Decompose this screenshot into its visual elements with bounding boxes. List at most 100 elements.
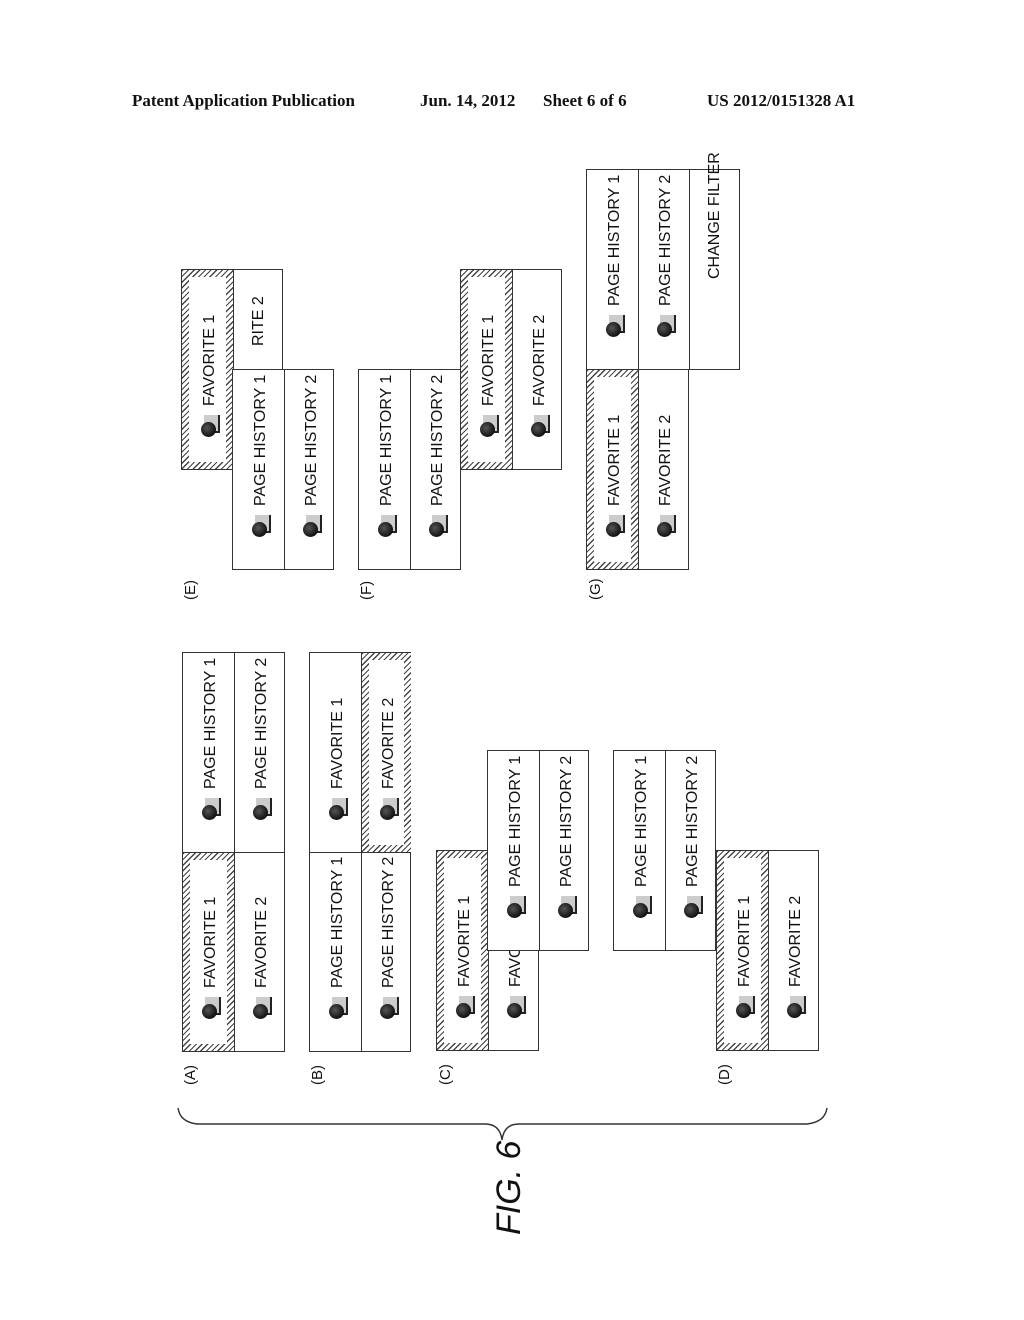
menu-item-page-history-2[interactable]: PAGE HISTORY 2: [638, 170, 689, 369]
panel-label-a: (A): [182, 1065, 199, 1085]
figure-title: FIG. 6: [490, 1140, 528, 1235]
page-icon: [427, 515, 449, 537]
page-icon: [378, 997, 400, 1019]
page-icon: [454, 996, 476, 1018]
item-label: PAGE HISTORY 2: [657, 174, 674, 306]
menu-item-favorite-1[interactable]: FAVORITE 1: [717, 851, 768, 1050]
page-icon: [376, 515, 398, 537]
menu-item-favorite-1[interactable]: FAVORITE 1: [183, 853, 234, 1051]
page-icon: [682, 896, 704, 918]
page-icon: [631, 896, 653, 918]
menu-item-favorite-2[interactable]: FAVORITE 2: [768, 851, 819, 1050]
page-icon: [505, 896, 527, 918]
item-label: FAVORITE 2: [253, 896, 270, 988]
item-label: FAVORITE 1: [200, 314, 218, 406]
panel-label-b: (B): [309, 1065, 326, 1085]
menu-item-page-history-2[interactable]: PAGE HISTORY 2: [539, 751, 589, 950]
page-history-menu: PAGE HISTORY 1 PAGE HISTORY 2: [613, 750, 716, 951]
page-icon: [378, 798, 400, 820]
page-icon: [655, 515, 677, 537]
menu-item-favorite-2[interactable]: FAVORITE 2: [512, 270, 562, 469]
item-label: CHANGE FILTER: [706, 151, 723, 279]
menu-item-favorite-2[interactable]: FAVORITE 2: [361, 653, 411, 852]
item-label: FAVORITE 1: [201, 896, 219, 988]
page-icon: [604, 515, 626, 537]
page-icon: [505, 996, 527, 1018]
page-history-menu: PAGE HISTORY 1 PAGE HISTORY 2: [358, 369, 461, 570]
favorites-menu: FAVORITE 1 FAVORITE 2: [716, 850, 819, 1051]
page-history-menu: PAGE HISTORY 1 PAGE HISTORY 2: [232, 369, 334, 570]
favorites-menu: FAVORITE 1 FAVORITE 2: [586, 369, 689, 570]
item-label: FAVORITE 2: [530, 314, 548, 406]
page-icon: [250, 515, 272, 537]
item-label: PAGE HISTORY 1: [632, 755, 650, 887]
menu-item-page-history-1[interactable]: PAGE HISTORY 1: [614, 751, 665, 950]
menu-item-page-history-2[interactable]: PAGE HISTORY 2: [284, 370, 334, 569]
page-icon: [556, 896, 578, 918]
publication-date: Jun. 14, 2012: [420, 91, 516, 110]
menu-item-favorite-1[interactable]: FAVORITE 1: [587, 370, 638, 569]
menu-item-page-history-2[interactable]: PAGE HISTORY 2: [665, 751, 716, 950]
menu-item-page-history-1[interactable]: PAGE HISTORY 1: [488, 751, 539, 950]
page-icon: [529, 415, 551, 437]
page-icon: [734, 996, 756, 1018]
change-filter-button[interactable]: CHANGE FILTER: [689, 152, 740, 369]
panel-label-f: (F): [358, 580, 375, 600]
item-label: PAGE HISTORY 2: [253, 657, 270, 789]
item-label: FAVORITE 1: [605, 414, 623, 506]
menu-item-page-history-1[interactable]: PAGE HISTORY 1: [310, 853, 361, 1051]
item-label: PAGE HISTORY 1: [506, 755, 524, 887]
page-icon: [301, 515, 323, 537]
item-label: PAGE HISTORY 1: [605, 174, 623, 306]
menu-item-page-history-2[interactable]: PAGE HISTORY 2: [410, 370, 461, 569]
item-label: FAVORITE 1: [735, 895, 753, 987]
menu-item-favorite-1[interactable]: FAVORITE 1: [182, 270, 233, 469]
page-icon: [251, 798, 273, 820]
item-label: PAGE HISTORY 1: [251, 374, 269, 506]
page-icon: [655, 315, 677, 337]
item-label: FAVORITE 2: [657, 414, 674, 506]
panel-label-d: (D): [716, 1064, 733, 1085]
page-icon: [200, 798, 222, 820]
page-icon: [604, 315, 626, 337]
page-icon: [327, 997, 349, 1019]
menu-item-page-history-1[interactable]: PAGE HISTORY 1: [359, 370, 410, 569]
page-icon: [200, 997, 222, 1019]
page-icon: [327, 798, 349, 820]
menu-item-page-history-1[interactable]: PAGE HISTORY 1: [587, 170, 638, 369]
menu-item-page-history-1[interactable]: PAGE HISTORY 1: [183, 653, 234, 852]
page-icon: [785, 996, 807, 1018]
item-label: FAVORITE 1: [328, 697, 346, 789]
panel-label-c: (C): [437, 1064, 454, 1085]
menu-item-favorite-2[interactable]: FAVORITE 2: [638, 370, 689, 569]
favorites-menu: FAVORITE 1 FAVORITE 2: [182, 852, 285, 1052]
item-label: FAVORITE 2: [379, 697, 397, 789]
page-history-menu: PAGE HISTORY 1 PAGE HISTORY 2: [182, 652, 285, 853]
item-label: FAVORITE 2: [787, 895, 804, 987]
menu-item-page-history-2[interactable]: PAGE HISTORY 2: [361, 853, 411, 1051]
page-icon: [478, 415, 500, 437]
menu-item-page-history-1[interactable]: PAGE HISTORY 1: [233, 370, 284, 569]
item-label: PAGE HISTORY 2: [557, 755, 575, 887]
favorites-menu: FAVORITE 1 FAVORITE 2: [460, 269, 562, 470]
item-label: PAGE HISTORY 1: [201, 657, 219, 789]
page-history-menu: PAGE HISTORY 1 PAGE HISTORY 2: [309, 852, 411, 1052]
favorites-menu: FAVORITE 1 FAVORITE 2: [309, 652, 411, 853]
page-icon: [251, 997, 273, 1019]
panel-label-e: (E): [182, 580, 199, 600]
menu-item-favorite-1[interactable]: FAVORITE 1: [461, 270, 512, 469]
item-label: PAGE HISTORY 1: [377, 374, 395, 506]
item-label: RITE 2: [249, 296, 267, 346]
item-label: FAVORITE 1: [479, 314, 497, 406]
sheet-number: Sheet 6 of 6: [543, 91, 627, 110]
menu-item-page-history-2[interactable]: PAGE HISTORY 2: [234, 653, 285, 852]
menu-item-favorite-1[interactable]: FAVORITE 1: [310, 653, 361, 852]
item-label: PAGE HISTORY 2: [429, 374, 446, 506]
item-label: PAGE HISTORY 2: [379, 856, 397, 988]
item-label: FAVORITE 1: [455, 895, 473, 987]
menu-item-favorite-1[interactable]: FAVORITE 1: [437, 851, 488, 1050]
item-label: PAGE HISTORY 2: [302, 374, 320, 506]
menu-item-favorite-2[interactable]: FAVORITE 2: [234, 853, 285, 1051]
publication-label: Patent Application Publication: [132, 91, 355, 110]
page-history-menu: PAGE HISTORY 1 PAGE HISTORY 2: [487, 750, 589, 951]
